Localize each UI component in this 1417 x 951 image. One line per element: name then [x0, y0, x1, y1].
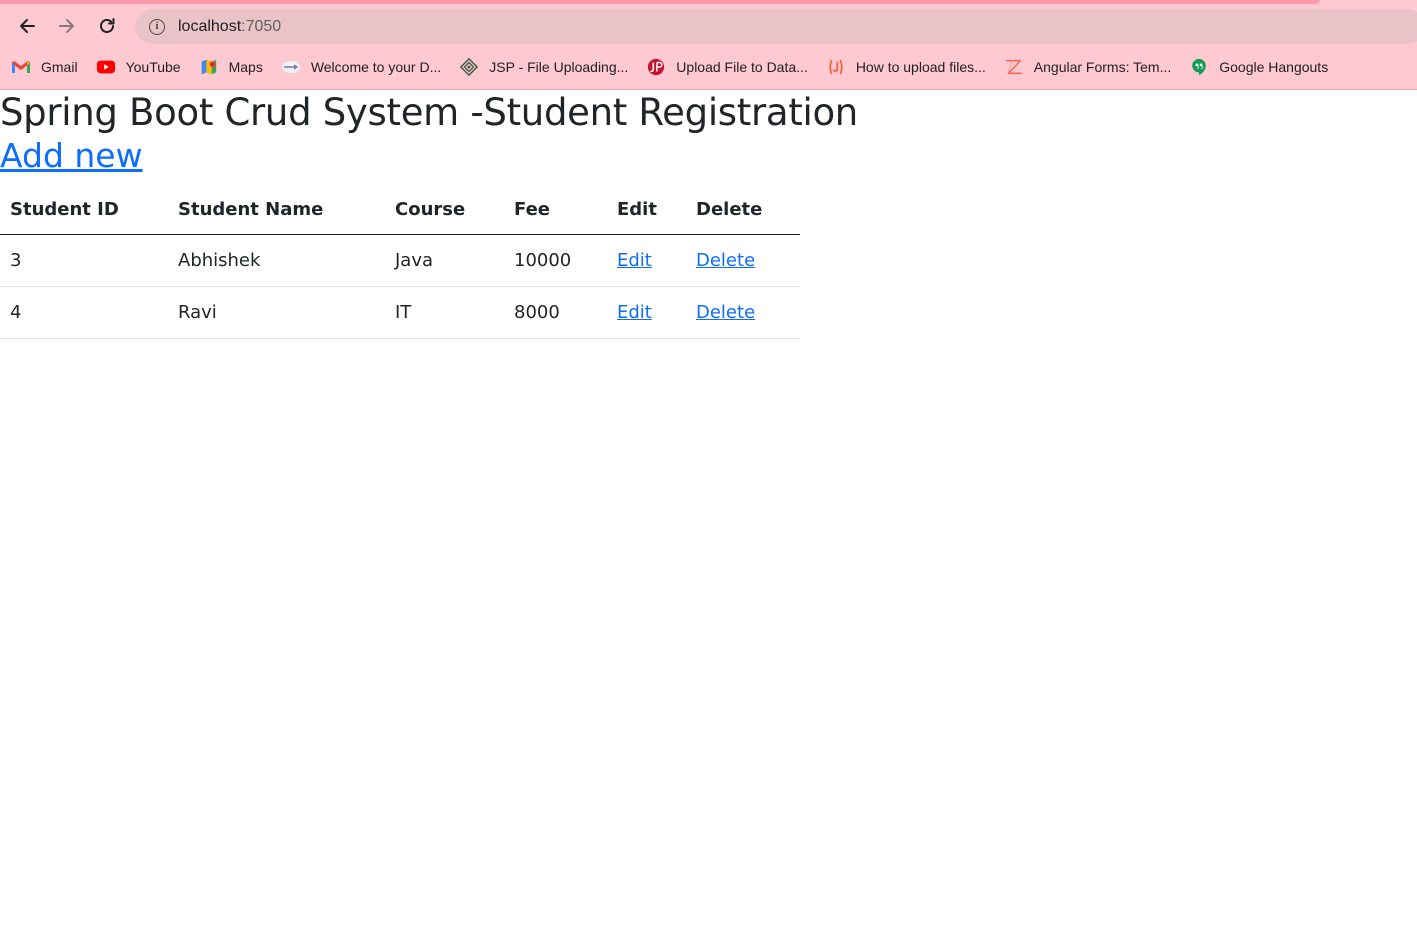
bookmark-label: Welcome to your D...	[310, 59, 442, 75]
bookmark-label: How to upload files...	[855, 59, 986, 75]
cell-fee: 8000	[504, 286, 607, 340]
back-button[interactable]	[11, 10, 43, 42]
cell-student-name: Abhishek	[168, 234, 385, 288]
cell-fee: 10000	[504, 234, 607, 288]
page-content: Spring Boot Crud System -Student Registr…	[0, 91, 1417, 340]
cell-edit: Edit	[607, 234, 686, 288]
cell-course: Java	[385, 234, 504, 288]
bookmark-label: Maps	[228, 59, 263, 75]
hangouts-icon	[1189, 58, 1209, 76]
site-favicon	[281, 58, 301, 76]
cell-delete: Delete	[686, 286, 800, 340]
bookmark-google-hangouts[interactable]: Google Hangouts	[1178, 53, 1335, 81]
header-student-id: Student ID	[0, 187, 168, 236]
bookmark-gmail[interactable]: Gmail	[0, 53, 85, 81]
table-row: 3 Abhishek Java 10000 Edit Delete	[0, 234, 800, 288]
table-row: 4 Ravi IT 8000 Edit Delete	[0, 286, 800, 340]
table-header-row: Student ID Student Name Course Fee Edit …	[0, 187, 800, 236]
bookmark-maps[interactable]: Maps	[188, 53, 270, 81]
arrow-right-icon	[59, 19, 74, 33]
bookmark-label: Gmail	[41, 59, 78, 75]
delete-link[interactable]: Delete	[696, 250, 755, 271]
bookmark-jsp-file-uploading[interactable]: JSP - File Uploading...	[448, 53, 635, 81]
url-port: :7050	[241, 17, 282, 35]
tutorialspoint-icon	[459, 58, 479, 76]
youtube-icon	[96, 58, 116, 76]
edit-link[interactable]: Edit	[617, 250, 652, 271]
reload-icon	[100, 18, 115, 33]
cell-delete: Delete	[686, 234, 800, 288]
gmail-icon	[11, 58, 31, 76]
header-delete: Delete	[686, 187, 800, 236]
header-fee: Fee	[504, 187, 607, 236]
bookmark-label: Upload File to Data...	[676, 59, 808, 75]
site-info-icon[interactable]: i	[149, 18, 165, 35]
bookmark-welcome[interactable]: Welcome to your D...	[270, 53, 448, 81]
bookmark-angular-forms[interactable]: Angular Forms: Tem...	[993, 53, 1178, 81]
forward-button[interactable]	[51, 10, 83, 42]
cell-student-id: 4	[0, 286, 168, 340]
bookmark-youtube[interactable]: YouTube	[85, 53, 188, 81]
bookmark-label: JSP - File Uploading...	[489, 59, 629, 75]
browser-toolbar: i localhost:7050	[0, 8, 1417, 44]
bookmark-how-to-upload[interactable]: How to upload files...	[815, 53, 993, 81]
students-table: Student ID Student Name Course Fee Edit …	[0, 187, 800, 340]
reload-button[interactable]	[91, 10, 123, 42]
tab-strip	[0, 0, 1320, 4]
bookmarks-bar: Gmail YouTube Maps Welcome to your D... …	[0, 52, 1417, 82]
header-student-name: Student Name	[168, 187, 385, 236]
javaguides-icon	[826, 58, 846, 76]
add-new-link[interactable]: Add new	[0, 135, 143, 176]
bookmark-label: YouTube	[125, 59, 181, 75]
header-course: Course	[385, 187, 504, 236]
cell-course: IT	[385, 286, 504, 340]
address-bar[interactable]: i localhost:7050	[135, 9, 1417, 44]
angular-forms-icon	[1004, 58, 1024, 76]
maps-icon	[199, 58, 219, 76]
delete-link[interactable]: Delete	[696, 302, 755, 323]
cell-student-id: 3	[0, 234, 168, 288]
arrow-left-icon	[20, 19, 35, 33]
bookmark-label: Angular Forms: Tem...	[1033, 59, 1172, 75]
bookmark-upload-file[interactable]: Upload File to Data...	[635, 53, 815, 81]
javatpoint-icon	[646, 58, 666, 76]
browser-chrome: i localhost:7050 Gmail YouTube Maps Welc…	[0, 0, 1417, 90]
edit-link[interactable]: Edit	[617, 302, 652, 323]
url-host: localhost	[178, 17, 242, 35]
bookmark-label: Google Hangouts	[1219, 59, 1329, 75]
header-edit: Edit	[607, 187, 686, 236]
cell-edit: Edit	[607, 286, 686, 340]
url-text[interactable]: localhost:7050	[178, 18, 281, 36]
page-title: Spring Boot Crud System -Student Registr…	[0, 91, 858, 134]
cell-student-name: Ravi	[168, 286, 385, 340]
